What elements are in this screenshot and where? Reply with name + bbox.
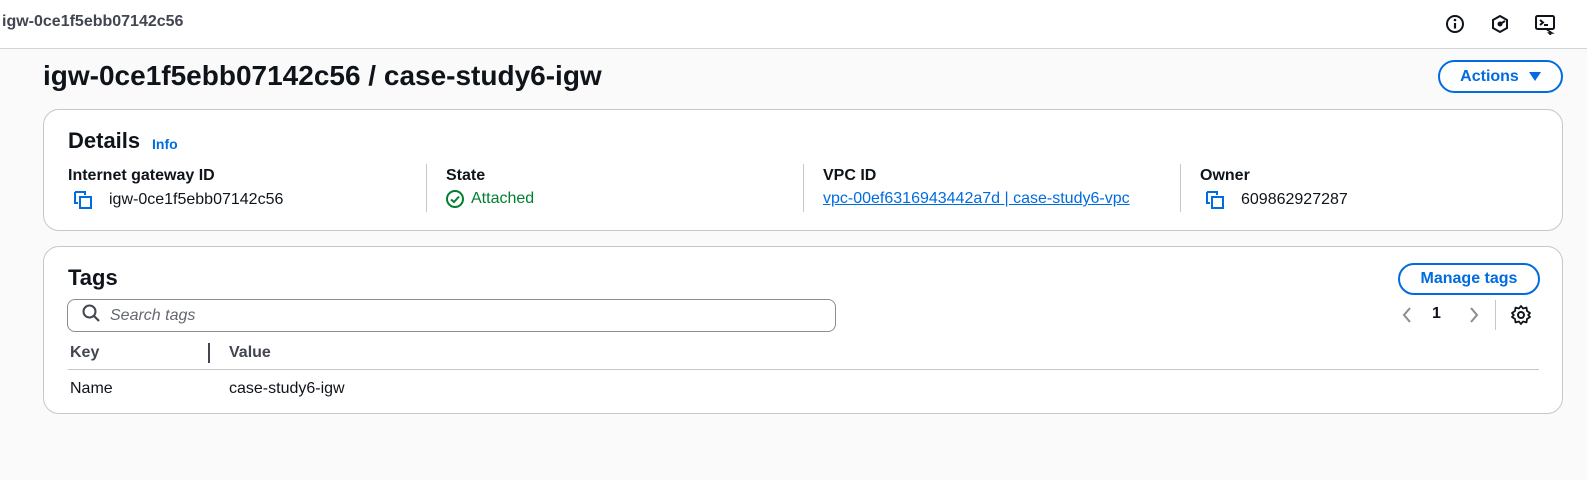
tags-panel: Tags Manage tags 1 Key Value Name case-s… [43,246,1563,414]
igw-id-value: igw-0ce1f5ebb07142c56 [72,189,283,211]
copy-icon[interactable] [1204,189,1226,211]
field-divider [426,164,427,212]
state-value: Attached [445,189,534,209]
field-divider [1180,164,1181,212]
table-header-divider [68,369,1539,370]
cloudshell-icon[interactable] [1533,12,1557,36]
column-header-value[interactable]: Value [229,344,271,362]
tags-heading: Tags [68,265,118,290]
search-icon [82,304,100,327]
manage-tags-button[interactable]: Manage tags [1398,263,1540,295]
search-tags-input[interactable] [110,306,810,325]
page-title: igw-0ce1f5ebb07142c56 / case-study6-igw [43,60,602,91]
column-resizer[interactable] [208,343,210,363]
top-bar: igw-0ce1f5ebb07142c56 [0,0,1587,49]
actions-label: Actions [1460,67,1519,85]
details-panel: Details Info Internet gateway ID igw-0ce… [43,109,1563,231]
tag-value-cell: case-study6-igw [229,380,345,397]
shield-icon[interactable] [1488,12,1512,36]
tag-key-cell: Name [70,380,113,397]
owner-value: 609862927287 [1204,189,1348,211]
chevron-left-icon[interactable] [1397,304,1417,326]
pager-divider [1495,300,1496,330]
igw-id-label: Internet gateway ID [68,167,215,184]
manage-tags-label: Manage tags [1420,270,1518,287]
chevron-right-icon[interactable] [1464,304,1484,326]
copy-icon[interactable] [72,189,94,211]
gear-icon[interactable] [1510,304,1532,326]
state-text: Attached [471,190,535,207]
actions-button[interactable]: Actions [1438,60,1563,93]
vpc-link[interactable]: vpc-00ef6316943442a7d | case-study6-vpc [823,190,1130,208]
tag-search-field[interactable] [67,299,836,332]
topbar-title: igw-0ce1f5ebb07142c56 [2,13,184,30]
details-heading: Details [68,128,141,153]
owner-label: Owner [1200,167,1250,184]
column-header-key[interactable]: Key [70,344,99,362]
owner-text: 609862927287 [1241,191,1348,208]
check-circle-icon [445,189,465,209]
details-info-link[interactable]: Info [152,136,178,152]
caret-down-icon [1528,72,1541,81]
pager-current-page[interactable]: 1 [1432,305,1441,323]
igw-id-text: igw-0ce1f5ebb07142c56 [109,191,284,208]
field-divider [803,164,804,212]
vpc-id-label: VPC ID [823,167,877,184]
info-circle-icon[interactable] [1443,12,1467,36]
vpc-id-value: vpc-00ef6316943442a7d | case-study6-vpc [823,190,1130,208]
state-label: State [446,167,486,184]
